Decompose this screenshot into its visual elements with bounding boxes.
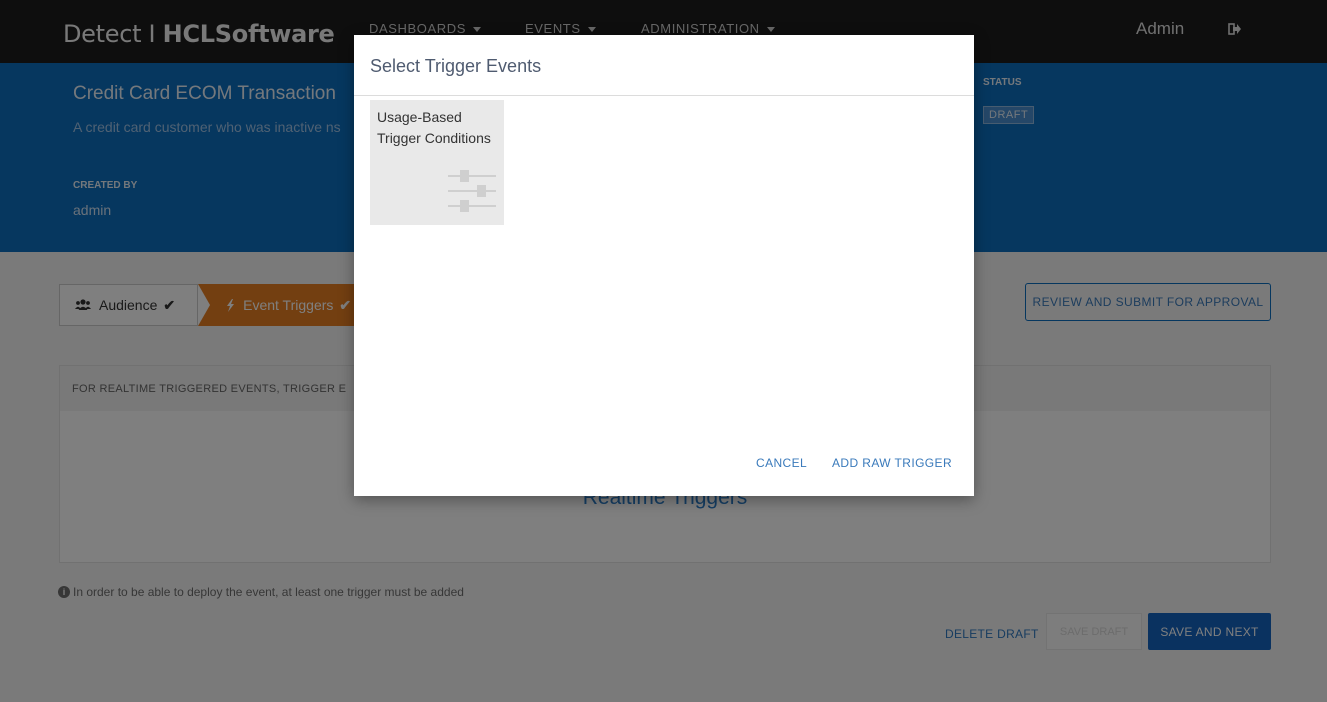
- cancel-button[interactable]: CANCEL: [756, 456, 807, 470]
- add-raw-trigger-button[interactable]: ADD RAW TRIGGER: [832, 456, 952, 470]
- sliders-icon: [448, 170, 496, 212]
- divider: [354, 95, 974, 96]
- trigger-tile-usage-based[interactable]: Usage-Based Trigger Conditions: [370, 100, 504, 225]
- trigger-tile-label: Usage-Based Trigger Conditions: [377, 109, 491, 146]
- dialog-title: Select Trigger Events: [370, 56, 542, 76]
- select-trigger-events-dialog: Select Trigger Events Usage-Based Trigge…: [354, 35, 974, 496]
